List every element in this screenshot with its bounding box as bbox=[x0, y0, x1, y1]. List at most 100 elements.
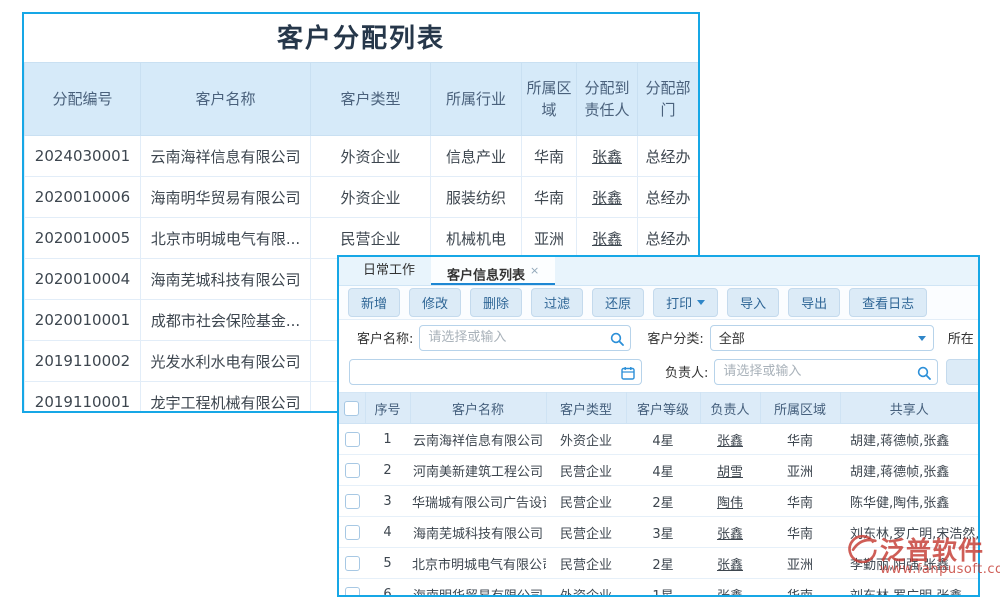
column-header: 客户名称 bbox=[410, 393, 546, 424]
industry-cell: 机械机电 bbox=[431, 218, 522, 259]
toolbar-button[interactable]: 新增 bbox=[348, 288, 400, 317]
tab-bar: 日常工作客户信息列表× bbox=[339, 257, 978, 286]
toolbar-button[interactable]: 导出 bbox=[788, 288, 840, 317]
customer-name-link[interactable]: 云南海祥信息有限公司 bbox=[410, 424, 546, 455]
allocation-id-link[interactable]: 2024030001 bbox=[25, 136, 141, 177]
table-row: 2020010006海南明华贸易有限公司外资企业服装纺织华南张鑫总经办 bbox=[25, 177, 699, 218]
assignee-link[interactable]: 张鑫 bbox=[577, 136, 638, 177]
owner-filter-input[interactable] bbox=[714, 359, 938, 385]
select-all-checkbox[interactable] bbox=[344, 401, 359, 416]
assignee-link[interactable]: 张鑫 bbox=[577, 177, 638, 218]
toolbar-button[interactable]: 还原 bbox=[592, 288, 644, 317]
department-cell: 总经办 bbox=[638, 218, 699, 259]
toolbar-button[interactable]: 导入 bbox=[727, 288, 779, 317]
assignee-link[interactable]: 张鑫 bbox=[577, 218, 638, 259]
toolbar-button[interactable]: 查看日志 bbox=[849, 288, 927, 317]
owner-link[interactable]: 陶伟 bbox=[700, 486, 760, 517]
index-cell: 6 bbox=[365, 579, 410, 598]
tab-daily-work[interactable]: 日常工作 bbox=[347, 257, 431, 285]
customer-name-filter-input[interactable] bbox=[419, 325, 631, 351]
toolbar-button[interactable]: 修改 bbox=[409, 288, 461, 317]
header-row: 分配编号客户名称客户类型所属行业所属区域分配到责任人分配部门 bbox=[25, 63, 699, 136]
index-cell: 3 bbox=[365, 486, 410, 517]
customer-type-cell: 外资企业 bbox=[311, 136, 431, 177]
partial-button[interactable] bbox=[946, 359, 980, 385]
customer-name-link[interactable]: 云南海祥信息有限公司 bbox=[141, 136, 311, 177]
table-row: 2020010005北京市明城电气有限...民营企业机械机电亚洲张鑫总经办 bbox=[25, 218, 699, 259]
customer-name-link[interactable]: 光发水利水电有限公司 bbox=[141, 341, 311, 382]
customer-name-link[interactable]: 龙宇工程机械有限公司 bbox=[141, 382, 311, 414]
calendar-icon[interactable] bbox=[621, 365, 635, 384]
customer-info-window: 日常工作客户信息列表× 新增修改删除过滤还原打印导入导出查看日志 客户名称: 客… bbox=[337, 255, 980, 597]
customer-name-link[interactable]: 成都市社会保险基金... bbox=[141, 300, 311, 341]
index-cell: 2 bbox=[365, 455, 410, 486]
search-icon[interactable] bbox=[610, 331, 624, 350]
customer-type-cell: 民营企业 bbox=[311, 218, 431, 259]
tab-customer-info-list[interactable]: 客户信息列表× bbox=[431, 257, 555, 285]
customer-name-link[interactable]: 北京市明城电气有限... bbox=[141, 218, 311, 259]
owner-link[interactable]: 张鑫 bbox=[700, 424, 760, 455]
row-checkbox[interactable] bbox=[345, 463, 360, 478]
customer-type-cell: 外资企业 bbox=[546, 579, 626, 598]
filter-row-1: 客户名称: 客户分类: 全部 bbox=[349, 324, 968, 351]
region-cell: 华南 bbox=[760, 486, 840, 517]
customer-grade-cell: 2星 bbox=[626, 486, 700, 517]
checkbox-cell bbox=[339, 424, 365, 455]
column-header: 分配编号 bbox=[25, 63, 141, 136]
toolbar: 新增修改删除过滤还原打印导入导出查看日志 bbox=[339, 286, 978, 320]
owner-link[interactable]: 张鑫 bbox=[700, 548, 760, 579]
customer-category-select[interactable]: 全部 bbox=[710, 325, 934, 351]
region-cell: 华南 bbox=[760, 517, 840, 548]
row-checkbox[interactable] bbox=[345, 525, 360, 540]
allocation-id-link[interactable]: 2020010005 bbox=[25, 218, 141, 259]
owner-link[interactable]: 张鑫 bbox=[700, 517, 760, 548]
customer-name-filter-label: 客户名称: bbox=[357, 328, 413, 347]
customer-type-cell: 民营企业 bbox=[546, 548, 626, 579]
index-cell: 1 bbox=[365, 424, 410, 455]
region-cell: 亚洲 bbox=[522, 218, 577, 259]
checkbox-cell bbox=[339, 517, 365, 548]
close-icon[interactable]: × bbox=[530, 264, 539, 277]
customer-type-cell: 外资企业 bbox=[546, 424, 626, 455]
column-header: 所属行业 bbox=[431, 63, 522, 136]
allocation-id-link[interactable]: 2020010004 bbox=[25, 259, 141, 300]
allocation-id-link[interactable]: 2019110002 bbox=[25, 341, 141, 382]
customer-name-link[interactable]: 河南美新建筑工程公司 bbox=[410, 455, 546, 486]
owner-link[interactable]: 张鑫 bbox=[700, 579, 760, 598]
customer-name-link[interactable]: 海南明华贸易有限公司 bbox=[410, 579, 546, 598]
owner-filter-label: 负责人: bbox=[665, 362, 708, 381]
customer-category-selected-value: 全部 bbox=[719, 328, 745, 347]
chevron-down-icon bbox=[918, 336, 926, 341]
row-checkbox[interactable] bbox=[345, 432, 360, 447]
row-checkbox[interactable] bbox=[345, 494, 360, 509]
customer-name-link[interactable]: 北京市明城电气有限公司 bbox=[410, 548, 546, 579]
allocation-id-link[interactable]: 2020010006 bbox=[25, 177, 141, 218]
search-icon[interactable] bbox=[917, 365, 931, 384]
department-cell: 总经办 bbox=[638, 136, 699, 177]
toolbar-button[interactable]: 删除 bbox=[470, 288, 522, 317]
industry-cell: 信息产业 bbox=[431, 136, 522, 177]
date-filter-input[interactable] bbox=[349, 359, 642, 385]
customer-type-cell: 民营企业 bbox=[546, 517, 626, 548]
customer-name-link[interactable]: 华瑞城有限公司广告设计部 bbox=[410, 486, 546, 517]
toolbar-button[interactable]: 过滤 bbox=[531, 288, 583, 317]
row-checkbox[interactable] bbox=[345, 556, 360, 571]
shared-people-cell: 胡建,蒋德帧,张鑫 bbox=[840, 455, 978, 486]
region-cell: 亚洲 bbox=[760, 548, 840, 579]
toolbar-button[interactable]: 打印 bbox=[653, 288, 718, 317]
customer-name-link[interactable]: 海南芜城科技有限公司 bbox=[410, 517, 546, 548]
customer-name-link[interactable]: 海南明华贸易有限公司 bbox=[141, 177, 311, 218]
customer-grade-cell: 1星 bbox=[626, 579, 700, 598]
checkbox-cell bbox=[339, 579, 365, 598]
filter-row-2: 负责人: bbox=[349, 358, 968, 385]
row-checkbox[interactable] bbox=[345, 587, 360, 598]
allocation-id-link[interactable]: 2019110001 bbox=[25, 382, 141, 414]
owner-link[interactable]: 胡雪 bbox=[700, 455, 760, 486]
region-cell: 华南 bbox=[522, 177, 577, 218]
customer-table-body: 1云南海祥信息有限公司外资企业4星张鑫华南胡建,蒋德帧,张鑫2河南美新建筑工程公… bbox=[339, 424, 978, 598]
screen: 客户分配列表 分配编号客户名称客户类型所属行业所属区域分配到责任人分配部门 20… bbox=[0, 0, 1000, 600]
allocation-id-link[interactable]: 2020010001 bbox=[25, 300, 141, 341]
customer-category-filter-label: 客户分类: bbox=[647, 328, 703, 347]
customer-name-link[interactable]: 海南芜城科技有限公司 bbox=[141, 259, 311, 300]
customer-grade-cell: 3星 bbox=[626, 517, 700, 548]
